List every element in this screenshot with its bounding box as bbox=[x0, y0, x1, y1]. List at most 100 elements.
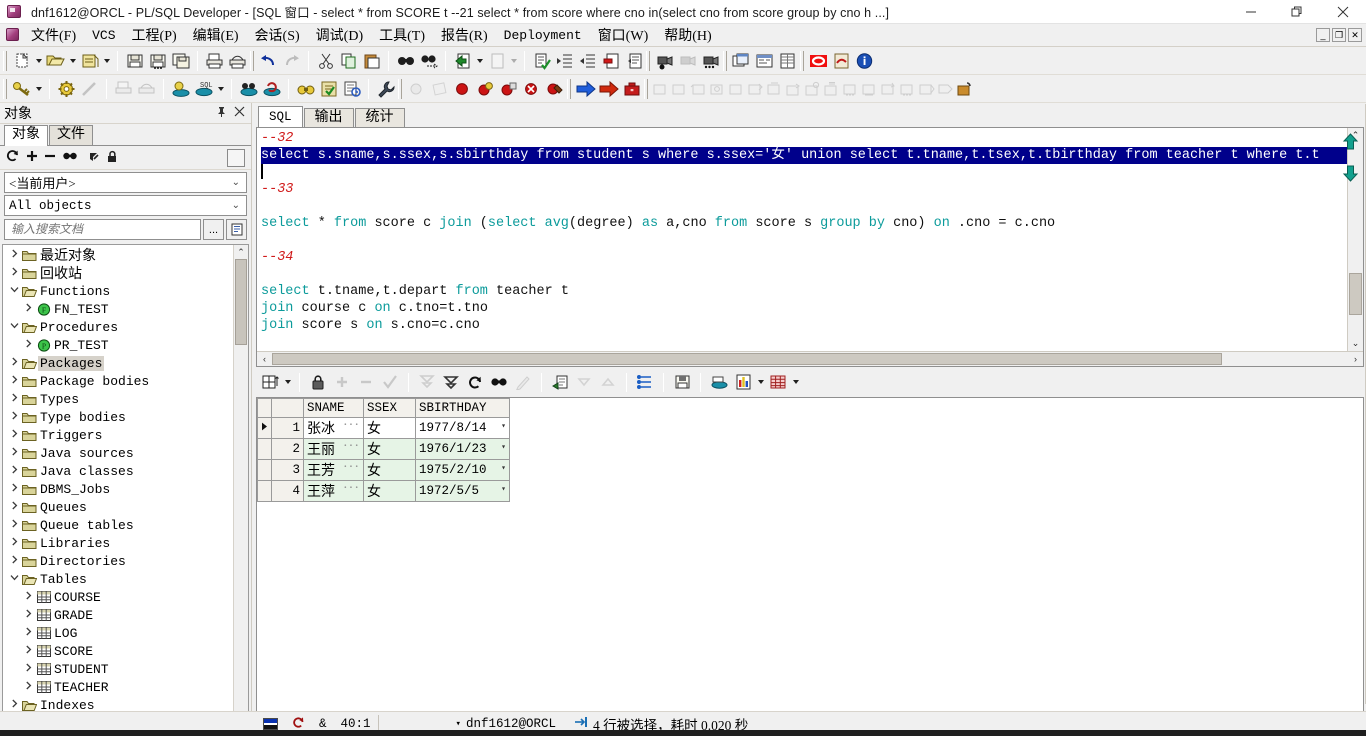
tree-node--[interactable]: 最近对象 bbox=[3, 246, 233, 264]
object-filter-toggle[interactable] bbox=[227, 148, 245, 167]
tree-node-functions[interactable]: Functions bbox=[3, 282, 233, 300]
uncomment-icon[interactable] bbox=[622, 49, 645, 72]
binoculars-icon[interactable] bbox=[294, 77, 317, 100]
maximize-restore-button[interactable] bbox=[1274, 0, 1320, 24]
chevron-right-icon[interactable] bbox=[7, 555, 21, 567]
pdf-icon[interactable] bbox=[830, 49, 853, 72]
checklist-icon[interactable] bbox=[317, 77, 340, 100]
grid-column-header[interactable]: SNAME bbox=[303, 398, 364, 418]
toolbar-grip[interactable] bbox=[3, 78, 7, 99]
row-indicator[interactable] bbox=[257, 459, 272, 481]
copy-icon[interactable] bbox=[337, 49, 360, 72]
run-red-arrow-icon[interactable] bbox=[597, 77, 620, 100]
document-icon[interactable] bbox=[226, 219, 247, 240]
tree-node-directories[interactable]: Directories bbox=[3, 552, 233, 570]
table-row[interactable]: 4 王萍 ··· 女 1972/5/5 ▾ bbox=[257, 480, 510, 502]
lock-icon[interactable] bbox=[105, 150, 119, 166]
chevron-right-icon[interactable] bbox=[21, 681, 35, 693]
paste-icon[interactable] bbox=[360, 49, 383, 72]
tree-node-java-sources[interactable]: Java sources bbox=[3, 444, 233, 462]
tree-node-course[interactable]: COURSE bbox=[3, 588, 233, 606]
chevron-right-icon[interactable] bbox=[7, 483, 21, 495]
tree-node--[interactable]: 回收站 bbox=[3, 264, 233, 282]
grid-view-icon[interactable] bbox=[776, 49, 799, 72]
chevron-right-icon[interactable] bbox=[7, 699, 21, 711]
tree-node-teacher[interactable]: TEACHER bbox=[3, 678, 233, 696]
table-row[interactable]: 1 张冰 ··· 女 1977/8/14 ▾ bbox=[257, 417, 510, 439]
search-browse-button[interactable]: ... bbox=[203, 219, 224, 240]
breakpoint-red-icon[interactable] bbox=[451, 77, 474, 100]
chevron-right-icon[interactable] bbox=[21, 663, 35, 675]
cell-sname[interactable]: 张冰 ··· bbox=[303, 417, 364, 439]
menu-vcs[interactable]: VCS bbox=[84, 26, 123, 45]
breakpoint-yellow-icon[interactable] bbox=[474, 77, 497, 100]
tree-node-triggers[interactable]: Triggers bbox=[3, 426, 233, 444]
close-button[interactable] bbox=[1320, 0, 1366, 24]
cell-sbirthday[interactable]: 1975/2/10 ▾ bbox=[415, 459, 510, 481]
grid-column-header[interactable]: SBIRTHDAY bbox=[415, 398, 510, 418]
sql-db-icon[interactable]: SQL bbox=[192, 77, 215, 100]
chevron-right-icon[interactable] bbox=[21, 627, 35, 639]
row-indicator[interactable] bbox=[257, 438, 272, 460]
breakpoint-stack-icon[interactable] bbox=[497, 77, 520, 100]
editor-horizontal-scrollbar[interactable]: ‹ › bbox=[257, 351, 1363, 366]
new-dropdown[interactable] bbox=[33, 49, 44, 72]
chevron-right-icon[interactable] bbox=[7, 249, 21, 261]
menu-help[interactable]: 帮助(H) bbox=[656, 23, 719, 47]
toolbar-grip[interactable] bbox=[723, 50, 727, 71]
save-all-icon[interactable] bbox=[169, 49, 192, 72]
object-type-select[interactable]: All objects ⌄ bbox=[4, 195, 247, 216]
comment-icon[interactable] bbox=[599, 49, 622, 72]
grid-style-dropdown[interactable] bbox=[790, 371, 801, 394]
info-icon[interactable] bbox=[853, 49, 876, 72]
menu-window[interactable]: 窗口(W) bbox=[590, 23, 657, 47]
sql-editor[interactable]: --32 select s.sname,s.ssex,s.sbirthday fr… bbox=[257, 128, 1347, 351]
tree-node-types[interactable]: Types bbox=[3, 390, 233, 408]
toolbar-grip[interactable] bbox=[567, 78, 571, 99]
menu-project[interactable]: 工程(P) bbox=[124, 23, 185, 47]
table-row[interactable]: 3 王芳 ··· 女 1975/2/10 ▾ bbox=[257, 459, 510, 481]
find-icon[interactable] bbox=[394, 49, 417, 72]
tree-node-pr-test[interactable]: P PR_TEST bbox=[3, 336, 233, 354]
chevron-right-icon[interactable] bbox=[7, 375, 21, 387]
scroll-left-icon[interactable]: ‹ bbox=[257, 354, 272, 364]
tree-node-queue-tables[interactable]: Queue tables bbox=[3, 516, 233, 534]
grid-style-icon[interactable] bbox=[766, 370, 790, 394]
menu-reports[interactable]: 报告(R) bbox=[433, 23, 496, 47]
column-layout-icon[interactable] bbox=[633, 370, 657, 394]
key-icon[interactable] bbox=[10, 77, 33, 100]
cell-sbirthday[interactable]: 1977/8/14 ▾ bbox=[415, 417, 510, 439]
chevron-right-icon[interactable] bbox=[21, 339, 35, 351]
tab-output[interactable]: 输出 bbox=[303, 108, 354, 127]
db-refresh-icon[interactable] bbox=[260, 77, 283, 100]
toolbar-grip[interactable] bbox=[800, 50, 804, 71]
tab-objects[interactable]: 对象 bbox=[4, 125, 48, 146]
scroll-up-arrow-icon[interactable] bbox=[1342, 133, 1359, 153]
toolbar-grip[interactable] bbox=[398, 78, 402, 99]
tree-node-score[interactable]: SCORE bbox=[3, 642, 233, 660]
grid-corner[interactable] bbox=[257, 398, 272, 418]
report-icon[interactable] bbox=[340, 77, 363, 100]
menu-edit[interactable]: 编辑(E) bbox=[185, 23, 247, 47]
tree-node-tables[interactable]: Tables bbox=[3, 570, 233, 588]
search-input-wrap[interactable] bbox=[4, 219, 201, 240]
menu-debug[interactable]: 调试(D) bbox=[308, 23, 371, 47]
row-indicator[interactable] bbox=[257, 480, 272, 502]
chevron-right-icon[interactable] bbox=[21, 591, 35, 603]
refresh-icon[interactable] bbox=[6, 149, 20, 166]
filter-icon[interactable] bbox=[84, 150, 99, 166]
tree-node-dbms-jobs[interactable]: DBMS_Jobs bbox=[3, 480, 233, 498]
new-icon[interactable] bbox=[10, 49, 33, 72]
refresh-icon[interactable] bbox=[463, 370, 487, 394]
cell-sbirthday[interactable]: 1976/1/23 ▾ bbox=[415, 438, 510, 460]
play-macro-icon[interactable] bbox=[699, 49, 722, 72]
chevron-right-icon[interactable] bbox=[7, 429, 21, 441]
record-macro-icon[interactable] bbox=[653, 49, 676, 72]
chevron-right-icon[interactable] bbox=[21, 303, 35, 315]
scroll-thumb[interactable] bbox=[272, 353, 1222, 365]
key-dropdown[interactable] bbox=[33, 77, 44, 100]
chevron-right-icon[interactable] bbox=[7, 411, 21, 423]
explain-plan-icon[interactable] bbox=[169, 77, 192, 100]
chevron-right-icon[interactable] bbox=[7, 519, 21, 531]
chevron-right-icon[interactable] bbox=[7, 501, 21, 513]
